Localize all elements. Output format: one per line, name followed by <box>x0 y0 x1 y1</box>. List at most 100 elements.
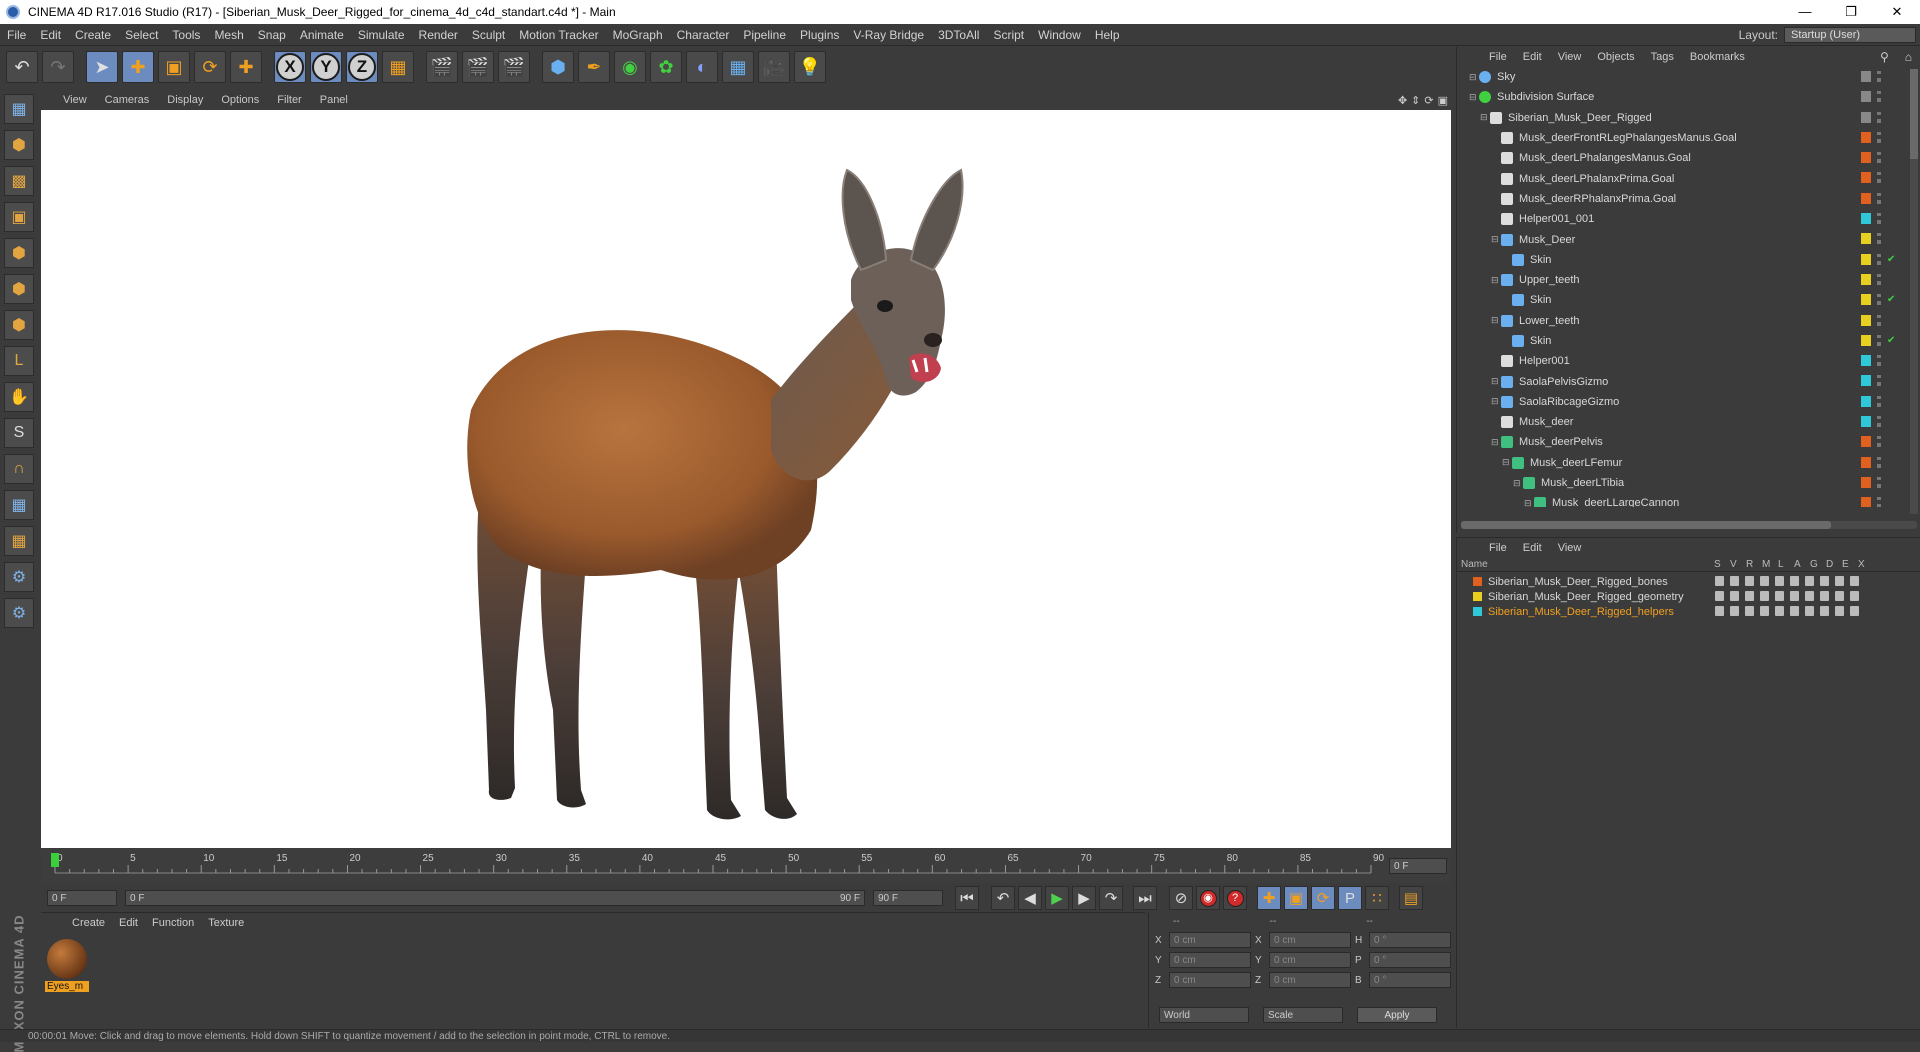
layer-generators-toggle-icon[interactable] <box>1805 591 1814 601</box>
expand-toggle-icon[interactable]: ⊟ <box>1491 275 1501 286</box>
layer-solo-toggle-icon[interactable] <box>1715 591 1724 601</box>
points-mode-icon[interactable]: ⬢ <box>4 238 34 268</box>
workplane-icon[interactable]: ▦ <box>4 490 34 520</box>
object-row[interactable]: ⊟ SaolaPelvisGizmo <box>1457 371 1920 391</box>
preview-range-slider[interactable]: 0 F 90 F <box>125 890 865 906</box>
viewport-menu-filter[interactable]: Filter <box>268 94 310 106</box>
layer-header-col-e[interactable]: E <box>1842 559 1849 570</box>
layer-color-swatch[interactable] <box>1861 213 1871 225</box>
record-active-objects-icon[interactable]: ◉ <box>1196 886 1220 910</box>
layer-menu-file[interactable]: File <box>1481 542 1515 554</box>
scale-tool-icon[interactable]: ▣ <box>158 51 190 83</box>
mograph-cloner-icon[interactable]: ✿ <box>650 51 682 83</box>
undo-icon[interactable]: ↶ <box>6 51 38 83</box>
layer-expressions-toggle-icon[interactable] <box>1835 591 1844 601</box>
layer-header-col-r[interactable]: R <box>1746 559 1753 570</box>
viewport-menu-display[interactable]: Display <box>158 94 212 106</box>
object-row[interactable]: Skin ✔ <box>1457 250 1920 270</box>
object-row[interactable]: Skin ✔ <box>1457 331 1920 351</box>
coordinate-system-icon[interactable]: ▦ <box>382 51 414 83</box>
visibility-dots-icon[interactable] <box>1877 375 1881 387</box>
menu-character[interactable]: Character <box>670 28 737 42</box>
python-script-icon[interactable]: ⚙ <box>4 598 34 628</box>
visibility-dots-icon[interactable] <box>1877 334 1881 346</box>
menu-mesh[interactable]: Mesh <box>207 28 250 42</box>
visibility-dots-icon[interactable] <box>1877 131 1881 143</box>
home-icon[interactable]: ⌂ <box>1897 50 1920 64</box>
object-row[interactable]: Musk_deer <box>1457 412 1920 432</box>
layer-color-swatch[interactable] <box>1861 192 1871 204</box>
layer-color-swatch[interactable] <box>1861 476 1871 488</box>
layer-animation-toggle-icon[interactable] <box>1790 576 1799 586</box>
layer-color-swatch[interactable] <box>1861 71 1871 82</box>
previous-key-icon[interactable]: ↶ <box>991 886 1015 910</box>
layer-deformers-toggle-icon[interactable] <box>1820 591 1829 601</box>
layer-xref-toggle-icon[interactable] <box>1850 576 1859 586</box>
max-frame-field[interactable]: 90 F <box>873 890 943 906</box>
apply-button[interactable]: Apply <box>1357 1007 1437 1023</box>
next-frame-icon[interactable]: ▶ <box>1072 886 1096 910</box>
layer-color-swatch[interactable] <box>1861 355 1871 367</box>
coord-mode-select[interactable]: World <box>1159 1007 1249 1023</box>
object-list-horizontal-scrollbar[interactable] <box>1461 521 1917 529</box>
layer-deformers-toggle-icon[interactable] <box>1820 576 1829 586</box>
layer-render-toggle-icon[interactable] <box>1745 576 1754 586</box>
layer-color-swatch[interactable] <box>1861 152 1871 164</box>
menu-window[interactable]: Window <box>1031 28 1088 42</box>
rotate-tool-icon[interactable]: ⟳ <box>194 51 226 83</box>
visibility-dots-icon[interactable] <box>1877 395 1881 407</box>
z-axis-button[interactable]: Z <box>346 51 378 83</box>
viewport-rotate-icon[interactable]: ⟳ <box>1424 94 1433 107</box>
spline-pen-icon[interactable]: ✒ <box>578 51 610 83</box>
search-icon[interactable]: ⚲ <box>1872 50 1897 64</box>
object-row[interactable]: ⊟ Musk_Deer <box>1457 229 1920 249</box>
floor-scene-icon[interactable]: ▦ <box>722 51 754 83</box>
object-menu-edit[interactable]: Edit <box>1515 51 1550 63</box>
menu-create[interactable]: Create <box>68 28 118 42</box>
layer-color-swatch[interactable] <box>1861 273 1871 285</box>
layer-animation-toggle-icon[interactable] <box>1790 591 1799 601</box>
menu-motion-tracker[interactable]: Motion Tracker <box>512 28 605 42</box>
layer-locked-toggle-icon[interactable] <box>1775 606 1784 616</box>
layer-header-col-l[interactable]: L <box>1778 559 1784 570</box>
material-menu-create[interactable]: Create <box>65 917 112 929</box>
object-row[interactable]: ⊟ Upper_teeth <box>1457 270 1920 290</box>
layer-color-swatch[interactable] <box>1861 91 1871 103</box>
layer-color-swatch[interactable] <box>1861 436 1871 448</box>
axis-mode-icon[interactable]: L <box>4 346 34 376</box>
close-button[interactable]: ✕ <box>1874 4 1920 20</box>
layer-generators-toggle-icon[interactable] <box>1805 606 1814 616</box>
last-tool-icon[interactable]: ✚ <box>230 51 262 83</box>
layer-expressions-toggle-icon[interactable] <box>1835 576 1844 586</box>
coord-rotation-field[interactable]: 0 ° <box>1369 932 1451 948</box>
restore-button[interactable]: ❐ <box>1828 4 1874 20</box>
expand-toggle-icon[interactable]: ⊟ <box>1480 112 1490 123</box>
expand-toggle-icon[interactable]: ⊟ <box>1469 72 1479 83</box>
previous-frame-icon[interactable]: ◀ <box>1018 886 1042 910</box>
viewport-zoom-icon[interactable]: ⇕ <box>1411 94 1420 107</box>
motion-clip-icon[interactable]: ⊘ <box>1169 886 1193 910</box>
layer-row[interactable]: Siberian_Musk_Deer_Rigged_geometry <box>1457 589 1920 604</box>
object-row[interactable]: ⊟ Musk_deerLFemur <box>1457 453 1920 473</box>
object-row[interactable]: Musk_deerRPhalanxPrima.Goal <box>1457 189 1920 209</box>
layer-deformers-toggle-icon[interactable] <box>1820 606 1829 616</box>
layer-color-swatch[interactable] <box>1861 131 1871 143</box>
timeline-ruler[interactable]: 0 5 10 15 20 25 30 35 40 45 50 55 60 65 70 75 80 85 90 0 F <box>41 849 1451 883</box>
min-frame-field[interactable]: 0 F <box>47 890 117 906</box>
layer-color-swatch[interactable] <box>1861 314 1871 326</box>
menu-animate[interactable]: Animate <box>293 28 351 42</box>
deformer-icon[interactable]: ◐ <box>686 51 718 83</box>
layer-row[interactable]: Siberian_Musk_Deer_Rigged_bones <box>1457 574 1920 589</box>
select-arrow-icon[interactable]: ➤ <box>86 51 118 83</box>
layer-color-swatch[interactable] <box>1861 294 1871 306</box>
visibility-dots-icon[interactable] <box>1877 416 1881 428</box>
render-view-icon[interactable]: 🎬 <box>426 51 458 83</box>
autokeying-icon[interactable]: ? <box>1223 886 1247 910</box>
timeline-window-icon[interactable]: ▤ <box>1399 886 1423 910</box>
layer-color-swatch[interactable] <box>1861 395 1871 407</box>
object-row[interactable]: Skin ✔ <box>1457 290 1920 310</box>
layer-manager-toggle-icon[interactable] <box>1760 606 1769 616</box>
viewport-move-icon[interactable]: ✥ <box>1398 94 1407 107</box>
layer-color-swatch[interactable] <box>1861 375 1871 387</box>
layer-header-col-d[interactable]: D <box>1826 559 1833 570</box>
